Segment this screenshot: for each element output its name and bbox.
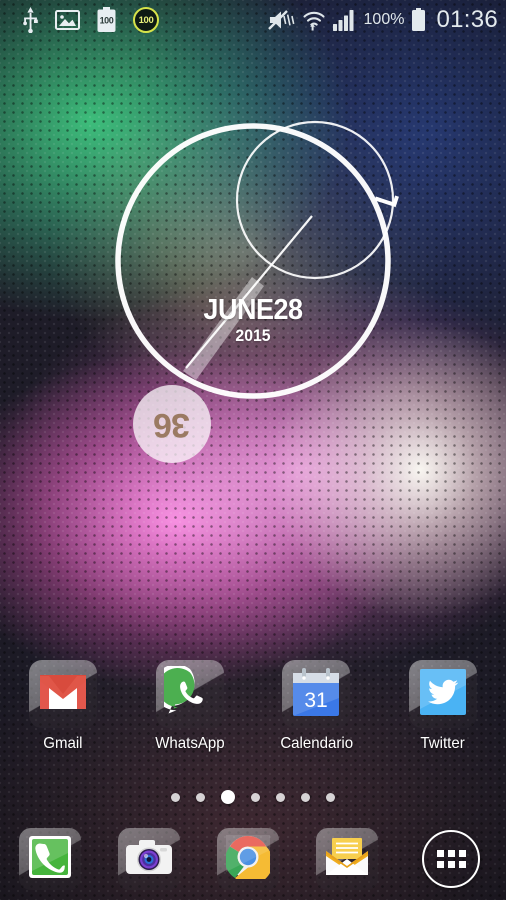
status-bar[interactable]: 100 100 100% 01:36 bbox=[0, 0, 506, 40]
page-dot-5[interactable] bbox=[276, 792, 285, 802]
status-bar-left-icons: 100 100 bbox=[22, 7, 267, 33]
app-tile-gmail[interactable] bbox=[29, 660, 98, 728]
widget-seconds-value: 36 bbox=[154, 405, 190, 444]
battery-level-text: 100 bbox=[99, 15, 114, 26]
app-item-whatsapp[interactable]: WhatsApp bbox=[127, 660, 254, 770]
battery-circle-badge-icon: 100 bbox=[133, 7, 159, 33]
email-icon bbox=[324, 837, 370, 882]
battery-full-icon: 100 bbox=[96, 7, 117, 33]
status-bar-clock: 01:36 bbox=[436, 6, 498, 33]
app-tile-calendario[interactable]: 31 bbox=[282, 660, 351, 728]
page-dot-6[interactable] bbox=[301, 792, 310, 802]
app-label-twitter: Twitter bbox=[420, 735, 465, 752]
svg-text:31: 31 bbox=[305, 689, 328, 712]
home-screen: 100 100 100% 01:36 JUNE28 2015 36 Gmail … bbox=[0, 0, 506, 900]
dock-item-camera[interactable] bbox=[99, 828, 198, 890]
widget-seconds-badge: 36 bbox=[133, 385, 211, 463]
calendar-icon: 31 bbox=[293, 667, 340, 721]
drawer-dot-3 bbox=[458, 850, 466, 857]
page-dot-2[interactable] bbox=[196, 792, 205, 802]
camera-icon bbox=[125, 838, 172, 881]
app-label-gmail: Gmail bbox=[43, 735, 83, 752]
dock bbox=[0, 818, 506, 900]
chrome-icon bbox=[224, 834, 273, 884]
page-dot-3-active[interactable] bbox=[221, 790, 235, 804]
app-tile-whatsapp[interactable] bbox=[152, 660, 224, 728]
dock-app-list bbox=[0, 828, 396, 890]
drawer-dot-6 bbox=[458, 861, 466, 868]
app-tile-twitter[interactable] bbox=[408, 660, 477, 728]
app-item-twitter[interactable]: Twitter bbox=[380, 660, 506, 770]
dock-tile-chrome[interactable] bbox=[216, 828, 279, 890]
app-label-whatsapp: WhatsApp bbox=[155, 735, 225, 752]
dock-item-email[interactable] bbox=[297, 828, 396, 890]
screenshot-icon bbox=[55, 10, 80, 30]
usb-icon bbox=[22, 7, 39, 33]
cellular-signal-icon bbox=[332, 9, 357, 31]
app-drawer-button[interactable] bbox=[422, 830, 480, 888]
page-indicator[interactable] bbox=[0, 790, 506, 804]
dock-item-chrome[interactable] bbox=[198, 828, 297, 890]
battery-circle-badge-text: 100 bbox=[138, 14, 154, 26]
dock-tile-camera[interactable] bbox=[117, 828, 180, 890]
dock-tile-email[interactable] bbox=[315, 828, 378, 890]
battery-percent-label: 100% bbox=[363, 11, 405, 28]
dock-tile-phone[interactable] bbox=[18, 828, 81, 890]
app-drawer-slot bbox=[396, 830, 506, 888]
app-item-gmail[interactable]: Gmail bbox=[0, 660, 127, 770]
drawer-dot-1 bbox=[436, 850, 444, 857]
battery-status-icon bbox=[411, 8, 426, 32]
status-bar-right-icons: 100% 01:36 bbox=[267, 6, 498, 34]
whatsapp-icon bbox=[152, 663, 216, 723]
drawer-dot-5 bbox=[447, 861, 455, 868]
phone-icon bbox=[28, 835, 72, 884]
sound-mute-vibrate-icon bbox=[267, 8, 295, 32]
app-label-calendario: Calendario bbox=[279, 735, 353, 752]
drawer-dot-2 bbox=[447, 850, 455, 857]
page-dot-1[interactable] bbox=[171, 792, 180, 802]
clock-widget-graphic bbox=[115, 120, 399, 399]
page-dot-7[interactable] bbox=[326, 792, 335, 802]
app-icon-row: Gmail WhatsApp 31 Calendario Twitter bbox=[0, 660, 506, 770]
twitter-icon bbox=[419, 668, 466, 720]
clock-date-widget[interactable]: JUNE28 2015 36 bbox=[0, 48, 506, 463]
page-dot-4[interactable] bbox=[251, 792, 260, 802]
drawer-dot-4 bbox=[436, 861, 444, 868]
wifi-icon bbox=[302, 8, 326, 32]
dock-item-phone[interactable] bbox=[0, 828, 99, 890]
widget-year: 2015 bbox=[235, 326, 271, 345]
widget-month-day: JUNE28 bbox=[203, 294, 303, 326]
gmail-icon bbox=[40, 674, 87, 715]
app-item-calendario[interactable]: 31 Calendario bbox=[253, 660, 380, 770]
